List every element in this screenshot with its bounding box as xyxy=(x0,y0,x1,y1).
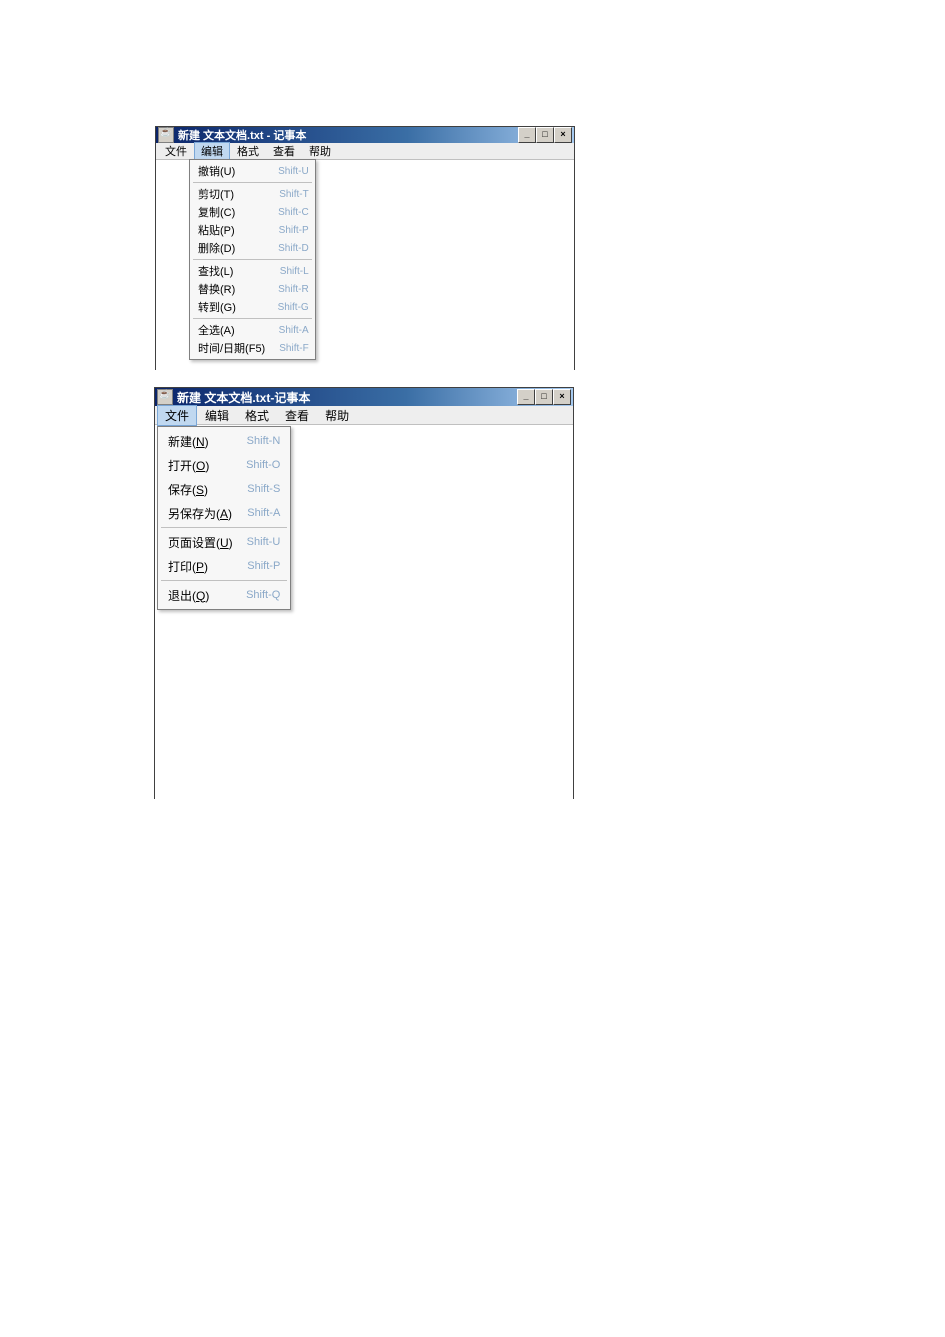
window-controls: _ □ × xyxy=(518,127,572,143)
menu-item-shortcut: Shift-U xyxy=(278,166,309,177)
menu-view[interactable]: 查看 xyxy=(277,405,317,426)
menu-edit[interactable]: 编辑 xyxy=(194,142,230,160)
window-controls: _ □ × xyxy=(517,389,571,405)
app-icon xyxy=(157,389,173,405)
menu-format[interactable]: 格式 xyxy=(237,405,277,426)
menu-item-label: 删除(D) xyxy=(198,240,249,256)
menu-item-find[interactable]: 查找(L) Shift-L xyxy=(190,262,315,280)
menu-item-goto[interactable]: 转到(G) Shift-G xyxy=(190,298,315,316)
menu-item-shortcut: Shift-A xyxy=(279,325,309,336)
titlebar[interactable]: 新建 文本文档.txt - 记事本 _ □ × xyxy=(156,127,574,143)
minimize-button[interactable]: _ xyxy=(517,389,535,405)
file-dropdown: 新建(N) Shift-N 打开(O) Shift-O 保存(S) Shift-… xyxy=(157,426,291,610)
menu-item-label: 新建(N) xyxy=(168,433,223,450)
window-title: 新建 文本文档.txt-记事本 xyxy=(177,389,517,406)
menu-item-copy[interactable]: 复制(C) Shift-C xyxy=(190,203,315,221)
menu-help[interactable]: 帮助 xyxy=(302,142,338,160)
close-button[interactable]: × xyxy=(553,389,571,405)
menu-item-label: 时间/日期(F5) xyxy=(198,340,279,356)
window-title: 新建 文本文档.txt - 记事本 xyxy=(178,127,518,143)
menu-item-label: 打印(P) xyxy=(168,558,222,575)
titlebar[interactable]: 新建 文本文档.txt-记事本 _ □ × xyxy=(155,388,573,406)
menu-item-shortcut: Shift-F xyxy=(279,343,308,354)
menu-item-shortcut: Shift-L xyxy=(280,266,309,277)
menubar: 文件 编辑 格式 查看 帮助 xyxy=(155,406,573,425)
menu-item-exit[interactable]: 退出(Q) Shift-Q xyxy=(158,583,290,607)
notepad-window-file-menu: 新建 文本文档.txt-记事本 _ □ × 文件 编辑 格式 查看 帮助 新建(… xyxy=(154,387,574,799)
menu-item-cut[interactable]: 剪切(T) Shift-T xyxy=(190,185,315,203)
menu-item-shortcut: Shift-P xyxy=(247,560,280,572)
edit-dropdown: 撤销(U) Shift-U 剪切(T) Shift-T 复制(C) Shift-… xyxy=(189,159,316,360)
menu-item-label: 撤销(U) xyxy=(198,163,249,179)
menu-item-replace[interactable]: 替换(R) Shift-R xyxy=(190,280,315,298)
menu-item-shortcut: Shift-P xyxy=(279,225,309,236)
menu-item-label: 剪切(T) xyxy=(198,186,248,202)
menu-edit[interactable]: 编辑 xyxy=(197,405,237,426)
minimize-button[interactable]: _ xyxy=(518,127,536,143)
menu-item-shortcut: Shift-S xyxy=(247,483,280,495)
menu-item-paste[interactable]: 粘贴(P) Shift-P xyxy=(190,221,315,239)
menu-item-save[interactable]: 保存(S) Shift-S xyxy=(158,477,290,501)
menu-item-shortcut: Shift-C xyxy=(278,207,309,218)
menu-help[interactable]: 帮助 xyxy=(317,405,357,426)
menu-item-label: 查找(L) xyxy=(198,263,247,279)
menu-separator xyxy=(161,527,287,528)
menu-item-label: 另保存为(A) xyxy=(168,505,246,522)
menu-item-new[interactable]: 新建(N) Shift-N xyxy=(158,429,290,453)
menu-item-shortcut: Shift-O xyxy=(246,459,280,471)
maximize-button[interactable]: □ xyxy=(536,127,554,143)
menu-item-shortcut: Shift-T xyxy=(279,189,308,200)
menu-item-label: 退出(Q) xyxy=(168,587,223,604)
menu-item-label: 保存(S) xyxy=(168,481,222,498)
menu-item-label: 全选(A) xyxy=(198,322,249,338)
close-button[interactable]: × xyxy=(554,127,572,143)
menu-item-page-setup[interactable]: 页面设置(U) Shift-U xyxy=(158,530,290,554)
menu-item-print[interactable]: 打印(P) Shift-P xyxy=(158,554,290,578)
menu-item-label: 替换(R) xyxy=(198,281,249,297)
menu-separator xyxy=(161,580,287,581)
menu-item-delete[interactable]: 删除(D) Shift-D xyxy=(190,239,315,257)
menu-item-shortcut: Shift-Q xyxy=(246,589,280,601)
maximize-button[interactable]: □ xyxy=(535,389,553,405)
menu-item-shortcut: Shift-N xyxy=(247,435,281,447)
menu-item-shortcut: Shift-G xyxy=(278,302,309,313)
menu-item-label: 转到(G) xyxy=(198,299,250,315)
menu-view[interactable]: 查看 xyxy=(266,142,302,160)
menu-item-label: 打开(O) xyxy=(168,457,223,474)
menu-separator xyxy=(193,318,312,319)
menu-item-shortcut: Shift-R xyxy=(278,284,309,295)
menu-item-label: 复制(C) xyxy=(198,204,249,220)
menu-item-save-as[interactable]: 另保存为(A) Shift-A xyxy=(158,501,290,525)
menu-item-label: 粘贴(P) xyxy=(198,222,249,238)
menu-item-shortcut: Shift-A xyxy=(247,507,280,519)
notepad-window-edit-menu: 新建 文本文档.txt - 记事本 _ □ × 文件 编辑 格式 查看 帮助 撤… xyxy=(155,126,575,370)
menu-item-datetime[interactable]: 时间/日期(F5) Shift-F xyxy=(190,339,315,357)
menu-separator xyxy=(193,259,312,260)
menu-item-select-all[interactable]: 全选(A) Shift-A xyxy=(190,321,315,339)
menu-item-shortcut: Shift-D xyxy=(278,243,309,254)
menu-item-label: 页面设置(U) xyxy=(168,534,247,551)
menu-item-undo[interactable]: 撤销(U) Shift-U xyxy=(190,162,315,180)
menu-file[interactable]: 文件 xyxy=(158,142,194,160)
menu-file[interactable]: 文件 xyxy=(157,405,197,426)
menu-item-open[interactable]: 打开(O) Shift-O xyxy=(158,453,290,477)
menu-separator xyxy=(193,182,312,183)
menubar: 文件 编辑 格式 查看 帮助 xyxy=(156,143,574,160)
menu-format[interactable]: 格式 xyxy=(230,142,266,160)
menu-item-shortcut: Shift-U xyxy=(247,536,281,548)
app-icon xyxy=(158,127,174,143)
